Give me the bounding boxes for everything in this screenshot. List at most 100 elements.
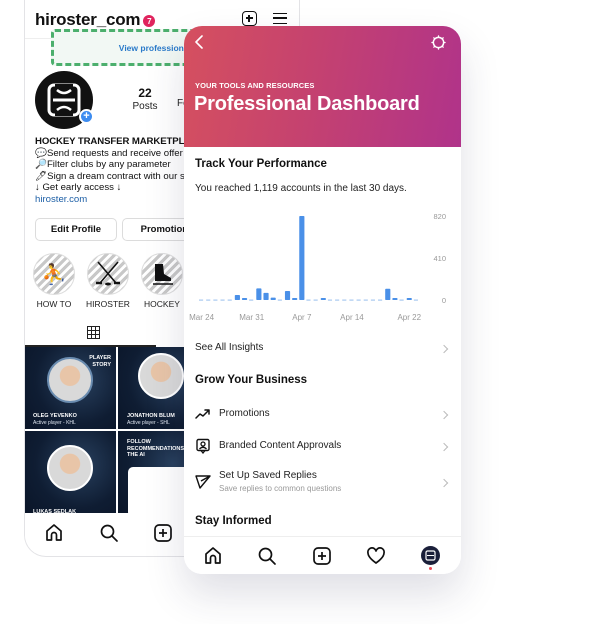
crossed-sticks-icon — [87, 253, 129, 295]
add-story-icon[interactable]: + — [79, 109, 94, 124]
chart-bar-zero[interactable] — [213, 299, 218, 301]
posts-stat[interactable]: 22 Posts — [128, 86, 162, 112]
chevron-right-icon — [439, 442, 449, 452]
chart-bar-zero[interactable] — [363, 299, 368, 301]
create-post-icon[interactable] — [242, 11, 257, 26]
x-tick-label: Apr 22 — [397, 313, 421, 322]
chart-bar-zero[interactable] — [378, 299, 383, 301]
trending-up-icon — [195, 409, 210, 419]
see-all-insights-label: See All Insights — [195, 342, 264, 353]
promotions-row[interactable]: Promotions — [184, 401, 461, 429]
search-icon[interactable] — [257, 546, 277, 566]
chart-bar-zero[interactable] — [370, 299, 375, 301]
saved-replies-row[interactable]: Set Up Saved Replies Save replies to com… — [184, 466, 461, 500]
chart-bar-zero[interactable] — [349, 299, 354, 301]
player-photo — [138, 353, 184, 399]
chart-bar[interactable] — [320, 298, 326, 300]
dashboard-eyebrow: YOUR TOOLS AND RESOURCES — [195, 81, 315, 90]
post-tile[interactable]: LUKAS SEDLAK — [25, 431, 116, 513]
promotions-label: Promotions — [219, 408, 270, 419]
y-tick-label: 0 — [442, 296, 446, 305]
menu-icon[interactable] — [273, 13, 287, 24]
chart-bar-zero[interactable] — [306, 299, 311, 301]
highlight-how-to[interactable]: ⛹ HOW TO — [31, 253, 77, 309]
highlight-label: HIROSTER — [86, 299, 130, 309]
chart-bar-zero[interactable] — [327, 299, 333, 301]
home-icon[interactable] — [203, 546, 223, 566]
branded-content-icon — [196, 438, 210, 454]
highlight-hockey[interactable]: HOCKEY — [139, 253, 185, 309]
chart-bar[interactable] — [241, 298, 248, 300]
chart-bar-zero[interactable] — [249, 299, 254, 301]
chart-bar-zero[interactable] — [220, 299, 225, 301]
branded-content-row[interactable]: Branded Content Approvals — [184, 433, 461, 461]
saved-replies-sub: Save replies to common questions — [219, 484, 342, 493]
chart-bar[interactable] — [292, 298, 298, 300]
x-tick-label: Mar 24 — [189, 313, 214, 322]
edit-profile-button[interactable]: Edit Profile — [35, 218, 117, 241]
see-all-insights-row[interactable]: See All Insights — [184, 335, 461, 363]
grid-tab-icon[interactable] — [87, 326, 100, 339]
highlight-label: HOW TO — [36, 299, 72, 309]
highlight-hiroster[interactable]: HIROSTER — [85, 253, 131, 309]
dashboard-title: Professional Dashboard — [194, 93, 420, 115]
chevron-right-icon — [439, 410, 449, 420]
chart-bar[interactable] — [270, 297, 276, 300]
post-tag: PLAYER STORY — [89, 355, 111, 368]
post-player-sub: Active player - KHL — [33, 420, 76, 426]
chart-bar-zero[interactable] — [342, 299, 347, 301]
chart-bar-zero[interactable] — [199, 299, 204, 301]
profile-avatar[interactable] — [421, 546, 440, 565]
chart-bar-zero[interactable] — [206, 299, 211, 301]
player-photo — [47, 445, 93, 491]
chevron-right-icon — [439, 478, 449, 488]
saved-replies-label: Set Up Saved Replies — [219, 470, 317, 481]
chart-bar-zero[interactable] — [227, 299, 232, 301]
chart-bar-zero[interactable] — [413, 299, 418, 301]
dashboard-bottom-nav — [184, 536, 461, 574]
post-player-name: JONATHON BLUM — [127, 413, 175, 419]
branded-content-label: Branded Content Approvals — [219, 440, 342, 451]
track-performance-heading: Track Your Performance — [195, 158, 327, 170]
chart-bar[interactable] — [234, 294, 240, 300]
chart-bar[interactable] — [299, 216, 305, 300]
username[interactable]: hiroster_com — [35, 10, 141, 30]
create-icon[interactable] — [153, 523, 173, 543]
heart-icon[interactable] — [366, 546, 386, 566]
search-icon[interactable] — [99, 523, 119, 543]
notification-dot — [429, 567, 432, 570]
chart-bar[interactable] — [263, 292, 269, 300]
chart-bar[interactable] — [406, 298, 412, 300]
grow-business-heading: Grow Your Business — [195, 374, 308, 386]
chart-bar-zero[interactable] — [277, 299, 282, 301]
back-chevron-icon[interactable] — [193, 35, 205, 49]
chart-bar[interactable] — [385, 288, 391, 300]
reach-summary: You reached 1,119 accounts in the last 3… — [195, 183, 407, 194]
create-icon[interactable] — [312, 546, 332, 566]
notification-badge: 7 — [143, 15, 156, 27]
highlight-label: HOCKEY — [144, 299, 180, 309]
home-icon[interactable] — [44, 523, 64, 543]
chart-bar[interactable] — [392, 298, 398, 300]
x-tick-label: Apr 7 — [292, 313, 312, 322]
posts-label: Posts — [132, 101, 158, 112]
post-tile[interactable]: PLAYER STORY OLEG YEVENKO Active player … — [25, 347, 116, 429]
story-highlights: ⛹ HOW TO HIROSTER HOCKEY — [31, 253, 185, 309]
chart-bar-zero[interactable] — [313, 299, 318, 301]
chart-bar[interactable] — [284, 290, 291, 300]
hockey-player-icon: ⛹ — [33, 253, 75, 295]
chart-bar-zero[interactable] — [356, 299, 361, 301]
reach-bar-chart[interactable]: 0 410 820 Mar 24 Mar 31 Apr 7 Apr 14 Apr 22 — [184, 206, 461, 331]
chevron-right-icon — [439, 344, 449, 354]
x-tick-label: Apr 14 — [340, 313, 364, 322]
y-tick-label: 410 — [433, 254, 446, 263]
posts-count: 22 — [138, 86, 152, 100]
dashboard-header: YOUR TOOLS AND RESOURCES Professional Da… — [184, 26, 461, 147]
settings-gear-icon[interactable] — [431, 35, 446, 50]
chart-bar-zero[interactable] — [335, 299, 340, 301]
hiroster-logo-icon — [425, 550, 436, 561]
chart-bar-zero[interactable] — [399, 299, 404, 301]
chart-bar[interactable] — [256, 288, 262, 300]
post-player-name: LUKAS SEDLAK — [33, 509, 77, 513]
post-player-name: OLEG YEVENKO — [33, 413, 77, 419]
